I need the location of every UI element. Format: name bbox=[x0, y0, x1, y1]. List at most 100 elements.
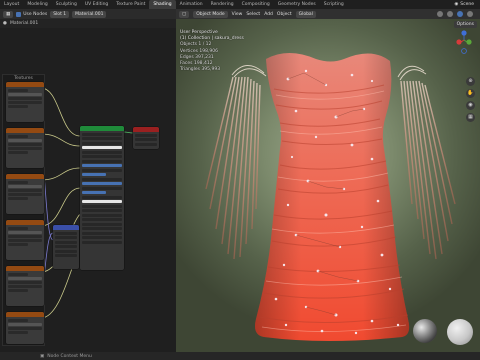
node-field bbox=[135, 133, 157, 137]
node-field bbox=[8, 235, 42, 238]
rendered-shading-icon[interactable] bbox=[467, 11, 473, 17]
node-slider bbox=[82, 173, 107, 176]
node-field bbox=[82, 204, 122, 208]
wire-metallic bbox=[40, 167, 81, 181]
scene-icon: ◉ bbox=[454, 2, 459, 7]
menu-object[interactable]: Object bbox=[277, 12, 292, 17]
node-field bbox=[82, 186, 122, 190]
tab-animation[interactable]: Animation bbox=[176, 0, 207, 9]
node-breadcrumb-bar: ● Material.001 bbox=[0, 19, 176, 28]
node-field bbox=[82, 218, 122, 221]
material-selector[interactable]: Material.001 bbox=[72, 10, 107, 18]
tab-sculpting[interactable]: Sculpting bbox=[52, 0, 81, 9]
node-field bbox=[135, 142, 157, 146]
tab-modeling[interactable]: Modeling bbox=[23, 0, 51, 9]
hdri-diffuse-ball bbox=[447, 319, 473, 345]
image-texture-node[interactable] bbox=[6, 312, 44, 344]
status-hint: Node Context Menu bbox=[47, 353, 92, 359]
node-field bbox=[82, 227, 122, 230]
node-field bbox=[8, 185, 42, 188]
node-field bbox=[55, 236, 77, 239]
node-field bbox=[8, 97, 42, 100]
node-canvas[interactable]: Textures bbox=[0, 28, 176, 352]
node-field bbox=[8, 273, 29, 276]
viewport-editor-type-button[interactable]: ▢ bbox=[179, 10, 190, 18]
tab-uv-editing[interactable]: UV Editing bbox=[81, 0, 112, 9]
image-texture-node[interactable] bbox=[6, 174, 44, 214]
node-field bbox=[8, 89, 29, 92]
dress-model[interactable] bbox=[176, 19, 480, 352]
node-field bbox=[8, 143, 42, 146]
textures-frame[interactable]: Textures bbox=[2, 74, 45, 346]
menu-select[interactable]: Select bbox=[246, 12, 260, 17]
wireframe-shading-icon[interactable] bbox=[437, 11, 443, 17]
mode-dropdown[interactable]: Object Mode bbox=[193, 10, 228, 18]
slot-dropdown[interactable]: Slot 1 bbox=[50, 10, 70, 18]
node-field bbox=[8, 139, 42, 142]
grid-view-icon[interactable]: ▦ bbox=[466, 113, 475, 122]
wire-bsdf-output bbox=[123, 131, 134, 134]
node-field bbox=[82, 159, 122, 163]
node-field bbox=[8, 289, 29, 292]
node-color-field bbox=[82, 200, 122, 203]
material-output-node[interactable] bbox=[133, 127, 159, 149]
node-field bbox=[8, 323, 42, 326]
node-field bbox=[8, 227, 29, 230]
orientation-dropdown[interactable]: Global bbox=[295, 10, 316, 18]
workspace-topbar: Layout Modeling Sculpting UV Editing Tex… bbox=[0, 0, 480, 9]
mouse-icon: ▣ bbox=[40, 353, 45, 359]
image-texture-node[interactable] bbox=[6, 220, 44, 260]
node-field bbox=[55, 240, 77, 244]
node-field bbox=[82, 195, 122, 199]
node-field bbox=[82, 168, 122, 172]
node-field bbox=[8, 135, 29, 138]
frame-label: Textures bbox=[14, 76, 33, 81]
navigation-gizmo[interactable] bbox=[456, 29, 472, 69]
camera-view-icon[interactable]: ◉ bbox=[466, 101, 475, 110]
image-texture-node[interactable] bbox=[6, 266, 44, 306]
image-texture-node[interactable] bbox=[6, 128, 44, 168]
tab-compositing[interactable]: Compositing bbox=[238, 0, 274, 9]
breadcrumb: Material.001 bbox=[9, 21, 39, 26]
checkbox-icon bbox=[16, 11, 22, 17]
tab-texture-paint[interactable]: Texture Paint bbox=[112, 0, 149, 9]
node-field bbox=[82, 209, 122, 212]
node-field bbox=[8, 327, 42, 330]
mapping-node[interactable] bbox=[53, 225, 79, 269]
node-field bbox=[135, 138, 157, 141]
status-bar: ▣ Node Context Menu bbox=[0, 352, 480, 360]
node-editor-header: ▦ Use Nodes Slot 1 Material.001 bbox=[0, 9, 176, 19]
node-body bbox=[6, 179, 44, 202]
solid-shading-icon[interactable] bbox=[447, 11, 453, 17]
tab-scripting[interactable]: Scripting bbox=[320, 0, 348, 9]
zoom-icon[interactable]: ⊕ bbox=[466, 77, 475, 86]
3d-viewport[interactable]: Options User Perspective (1) Collection … bbox=[176, 19, 480, 352]
node-field bbox=[82, 213, 122, 217]
menu-add[interactable]: Add bbox=[264, 12, 273, 17]
tab-rendering[interactable]: Rendering bbox=[207, 0, 238, 9]
node-field bbox=[8, 193, 42, 196]
node-field bbox=[82, 137, 122, 140]
tab-shading[interactable]: Shading bbox=[149, 0, 176, 9]
principled-bsdf-node[interactable] bbox=[80, 126, 124, 270]
tab-layout[interactable]: Layout bbox=[0, 0, 23, 9]
node-body bbox=[6, 271, 44, 294]
node-header bbox=[133, 127, 159, 132]
node-field bbox=[55, 254, 77, 257]
left-fringe bbox=[205, 76, 261, 260]
node-field bbox=[8, 331, 29, 334]
pan-hand-icon[interactable]: ✋ bbox=[466, 89, 475, 98]
node-body bbox=[6, 317, 44, 336]
node-field bbox=[8, 243, 29, 246]
menu-view[interactable]: View bbox=[232, 12, 243, 17]
node-field bbox=[82, 240, 122, 244]
viewport-header: ▢ Object Mode View Select Add Object Glo… bbox=[176, 9, 480, 19]
image-texture-node[interactable] bbox=[6, 82, 44, 122]
node-field bbox=[82, 177, 122, 181]
wire-base-color bbox=[40, 87, 81, 137]
scene-selector[interactable]: ◉ Scene bbox=[448, 2, 480, 7]
material-preview-shading-icon[interactable] bbox=[457, 11, 463, 17]
use-nodes-toggle[interactable]: Use Nodes bbox=[16, 11, 47, 17]
tab-geometry-nodes[interactable]: Geometry Nodes bbox=[274, 0, 320, 9]
editor-type-button[interactable]: ▦ bbox=[3, 10, 14, 18]
